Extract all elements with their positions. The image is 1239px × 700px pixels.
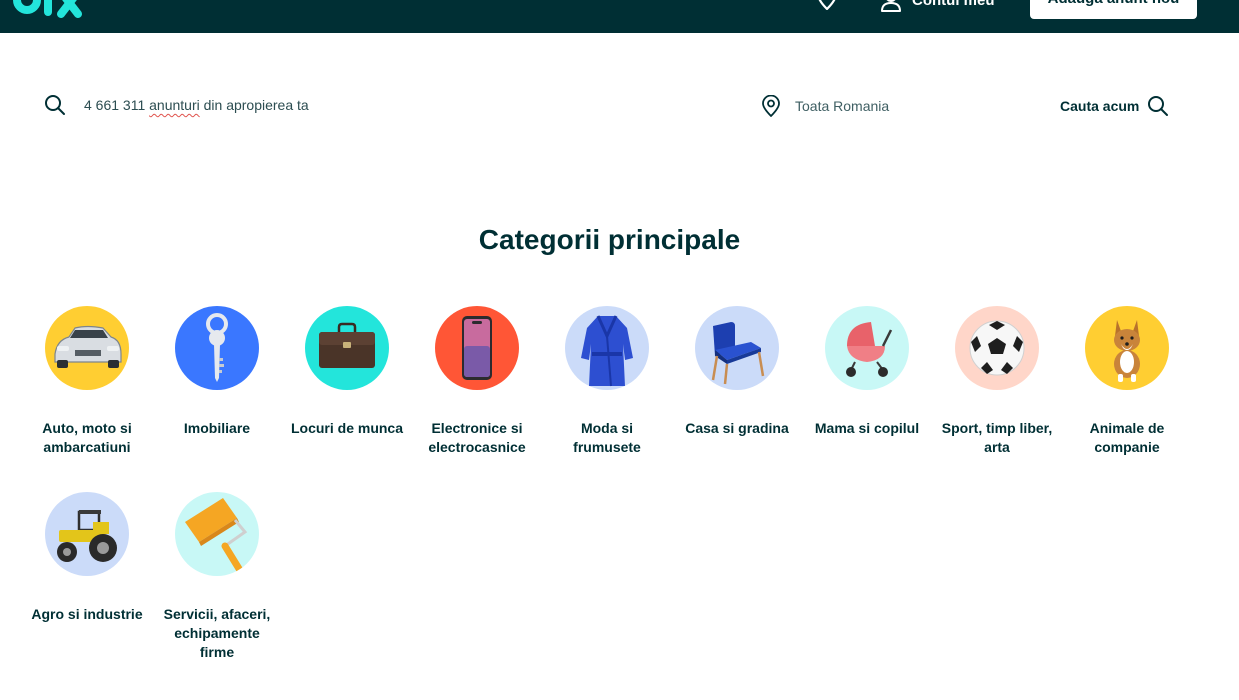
search-icon [1148,96,1169,116]
category-item-locuri-de-munca[interactable]: Locuri de munca [282,306,412,438]
category-circle [565,306,649,390]
search-query-prefix: 4 661 311 [84,97,150,113]
category-label: Agro si industrie [31,606,143,622]
category-circle [45,306,129,390]
paint-roller-icon [185,498,248,576]
category-item-auto[interactable]: Auto, moto si ambarcatiuni [22,306,152,457]
heart-icon[interactable] [816,0,838,10]
user-icon [881,0,901,12]
location-pin-icon [762,95,780,117]
category-item-sport[interactable]: Sport, timp liber, arta [932,306,1062,457]
category-label: Servicii, afaceri, echipamente firme [163,606,271,660]
category-circle [1085,306,1169,390]
category-item-mama[interactable]: Mama si copilul [802,306,932,438]
category-label: Mama si copilul [814,420,920,436]
dog-icon [1114,320,1140,382]
category-label: Sport, timp liber, arta [941,420,1053,455]
category-circle [45,492,129,576]
category-label: Electronice si electrocasnice [428,420,526,455]
category-item-imobiliare[interactable]: Imobiliare [152,306,282,438]
category-label: Locuri de munca [290,420,404,436]
category-item-electronice[interactable]: Electronice si electrocasnice [412,306,542,457]
search-icon [45,95,65,115]
search-query-flagged-word: anunturi [149,97,200,113]
stroller-icon [846,322,893,377]
top-navigation-bar: Contul meu Adauga anunt nou [0,0,1239,33]
category-label: Moda si frumusete [573,420,641,455]
olx-logo-icon[interactable] [12,0,84,20]
category-item-agro[interactable]: Agro si industrie [22,492,152,624]
section-title: Categorii principale [478,224,741,255]
account-label: Contul meu [912,0,995,9]
key-icon [206,313,228,382]
category-item-moda[interactable]: Moda si frumusete [542,306,672,457]
category-circle [175,492,259,576]
category-circle [305,306,389,390]
account-link[interactable]: Contul meu [880,0,995,12]
smartphone-icon [462,316,492,380]
category-label: Animale de companie [1089,420,1165,455]
category-item-servicii[interactable]: Servicii, afaceri, echipamente firme [152,492,282,662]
post-ad-button[interactable]: Adauga anunt nou [1030,0,1197,19]
category-item-animale[interactable]: Animale de companie [1062,306,1192,457]
category-circle [825,306,909,390]
category-circle [695,306,779,390]
search-query-suffix: din apropierea ta [199,97,309,113]
search-button-label: Cauta acum [1060,98,1140,114]
category-item-casa[interactable]: Casa si gradina [672,306,802,438]
location-input[interactable]: Toata Romania [795,98,889,114]
car-icon [54,325,122,368]
football-icon [969,320,1025,376]
tractor-icon [57,510,117,562]
category-label: Auto, moto si ambarcatiuni [42,420,132,455]
robe-icon [581,315,633,387]
category-circle [435,306,519,390]
category-circle [955,306,1039,390]
category-label: Casa si gradina [685,420,789,436]
category-circle [175,306,259,390]
armchair-icon [711,322,765,385]
search-button[interactable]: Cauta acum [1060,94,1169,118]
search-input[interactable]: 4 661 311 anunturi din apropierea ta [84,97,309,113]
category-label: Imobiliare [183,420,251,436]
briefcase-icon [319,322,375,368]
